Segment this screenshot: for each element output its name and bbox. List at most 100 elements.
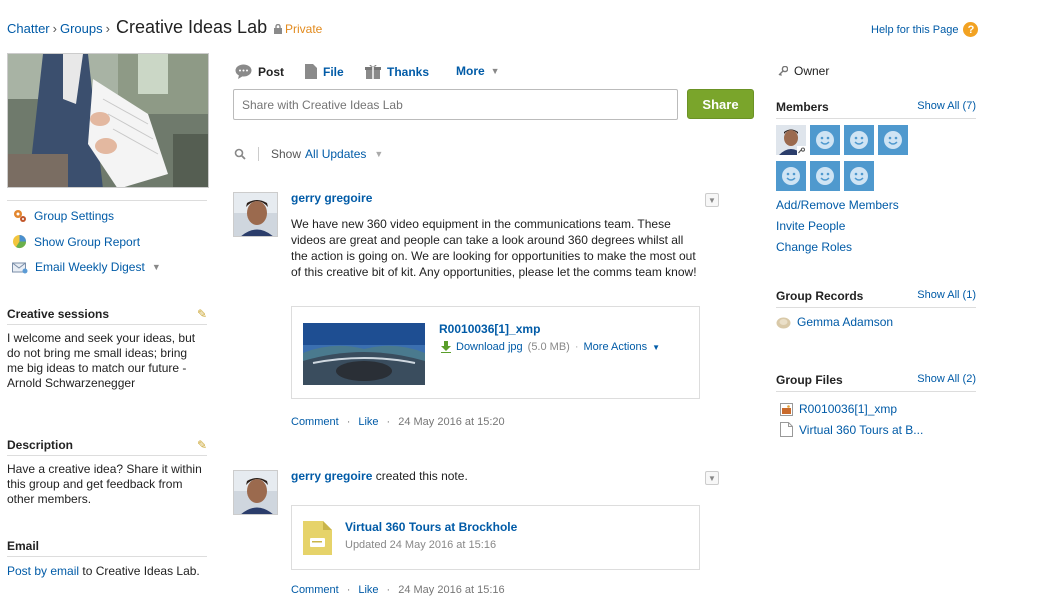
group-files-header: Group Files Show All (2) (776, 373, 976, 392)
group-record-item[interactable]: Gemma Adamson (776, 315, 893, 329)
member-avatar[interactable] (810, 125, 840, 155)
dot-separator: · (346, 584, 351, 596)
breadcrumb-chatter[interactable]: Chatter (7, 21, 50, 36)
note-title-link[interactable]: Virtual 360 Tours at Brockhole (345, 520, 517, 534)
help-link[interactable]: Help for this Page ? (871, 22, 979, 37)
privacy-badge: Private (274, 22, 322, 36)
group-files-show-all-link[interactable]: Show All (2) (917, 373, 976, 387)
email-suffix: to Creative Ideas Lab. (79, 564, 200, 578)
members-title: Members (776, 100, 829, 114)
post-timestamp[interactable]: 24 May 2016 at 15:20 (398, 416, 504, 428)
member-avatar[interactable] (810, 161, 840, 191)
chevron-down-icon: ▼ (708, 195, 716, 205)
change-roles-link[interactable]: Change Roles (776, 240, 852, 254)
avatar[interactable] (233, 470, 278, 515)
download-jpg-link[interactable]: Download jpg (456, 341, 523, 353)
owner-label: Owner (794, 64, 830, 78)
email-section-header: Email (7, 539, 207, 553)
share-input[interactable] (233, 89, 678, 120)
group-file-item[interactable]: Virtual 360 Tours at B... (780, 422, 923, 437)
group-file-name: R0010036[1]_xmp (799, 402, 898, 416)
dot-separator: · (346, 416, 351, 428)
tab-post-label: Post (258, 64, 285, 79)
smiley-icon (850, 167, 868, 185)
divider (7, 455, 207, 456)
chevron-down-icon: ▼ (490, 66, 500, 76)
search-icon[interactable] (234, 148, 246, 160)
lock-icon (274, 24, 282, 34)
breadcrumb-separator: › (105, 21, 110, 36)
post-menu-dropdown[interactable]: ▼ (705, 193, 719, 207)
member-avatar[interactable] (844, 125, 874, 155)
member-avatar[interactable] (776, 161, 806, 191)
group-photo[interactable] (7, 53, 209, 188)
filter-prefix: Show (271, 147, 302, 161)
speech-bubble-icon (235, 64, 252, 79)
note-icon (303, 521, 332, 555)
avatar[interactable] (233, 192, 278, 237)
members-show-all-link[interactable]: Show All (7) (917, 100, 976, 114)
description-text: Have a creative idea? Share it within th… (7, 462, 202, 506)
member-avatar-owner[interactable] (776, 125, 806, 155)
invite-people-link[interactable]: Invite People (776, 219, 845, 233)
more-actions-dropdown[interactable]: More Actions (584, 341, 648, 353)
help-label: Help for this Page (871, 23, 959, 36)
post-by-email-link[interactable]: Post by email (7, 564, 79, 578)
chevron-down-icon[interactable]: ▼ (374, 149, 383, 159)
comment-link[interactable]: Comment (291, 584, 339, 596)
info-text: I welcome and seek your ideas, but do no… (7, 331, 196, 390)
smiley-icon (850, 131, 868, 149)
edit-pencil-icon[interactable]: ✎ (197, 307, 207, 321)
group-file-item[interactable]: R0010036[1]_xmp (780, 402, 897, 416)
group-settings-link[interactable]: Group Settings (12, 208, 114, 223)
report-icon (13, 235, 27, 249)
post-author-link[interactable]: gerry gregoire (291, 191, 372, 205)
show-group-report-link[interactable]: Show Group Report (12, 234, 140, 249)
tab-file-label: File (323, 64, 344, 79)
attachment-actions: Download jpg (5.0 MB) · More Actions ▼ (441, 341, 660, 353)
member-avatar[interactable] (844, 161, 874, 191)
owner-role: Owner (778, 64, 829, 78)
info-title: Creative sessions (7, 307, 110, 321)
smiley-icon (884, 131, 902, 149)
email-weekly-digest-dropdown[interactable]: Email Weekly Digest ▼ (12, 260, 161, 274)
post-verb: created this note. (375, 469, 468, 483)
attachment-thumbnail[interactable] (303, 323, 425, 385)
edit-pencil-icon[interactable]: ✎ (197, 438, 207, 452)
like-link[interactable]: Like (358, 584, 378, 596)
add-remove-members-link[interactable]: Add/Remove Members (776, 198, 899, 212)
info-section-header: Creative sessions ✎ (7, 307, 207, 321)
post-author-link[interactable]: gerry gregoire (291, 469, 372, 483)
divider (7, 556, 207, 557)
attachment-name-link[interactable]: R0010036[1]_xmp (439, 322, 540, 336)
group-records-title: Group Records (776, 289, 864, 303)
tab-thanks[interactable]: Thanks (365, 64, 429, 79)
attachment-card: R0010036[1]_xmp Download jpg (5.0 MB) · … (291, 306, 700, 399)
share-button[interactable]: Share (687, 89, 754, 119)
tab-more[interactable]: More ▼ (456, 64, 500, 78)
breadcrumb-separator: › (52, 21, 57, 36)
gift-icon (365, 64, 381, 79)
feed-filter: Show All Updates ▼ (234, 147, 383, 161)
filter-dropdown[interactable]: All Updates (305, 147, 366, 161)
group-records-show-all-link[interactable]: Show All (1) (917, 289, 976, 303)
like-link[interactable]: Like (358, 416, 378, 428)
post-timestamp[interactable]: 24 May 2016 at 15:16 (398, 584, 504, 596)
description-section-header: Description ✎ (7, 438, 207, 452)
post-menu-dropdown[interactable]: ▼ (705, 471, 719, 485)
help-icon: ? (963, 22, 979, 37)
image-file-icon (780, 402, 793, 416)
divider (7, 324, 207, 325)
email-icon (12, 262, 28, 273)
breadcrumb-groups[interactable]: Groups (60, 21, 103, 36)
tab-post[interactable]: Post (235, 64, 284, 79)
comment-link[interactable]: Comment (291, 416, 339, 428)
breadcrumb: Chatter › Groups › (7, 21, 113, 36)
dot-separator: · (386, 416, 391, 428)
file-icon (305, 64, 317, 79)
tab-file[interactable]: File (305, 64, 344, 79)
divider (258, 147, 259, 161)
member-avatar[interactable] (878, 125, 908, 155)
dot-separator: · (574, 341, 579, 353)
group-record-name: Gemma Adamson (797, 315, 894, 329)
